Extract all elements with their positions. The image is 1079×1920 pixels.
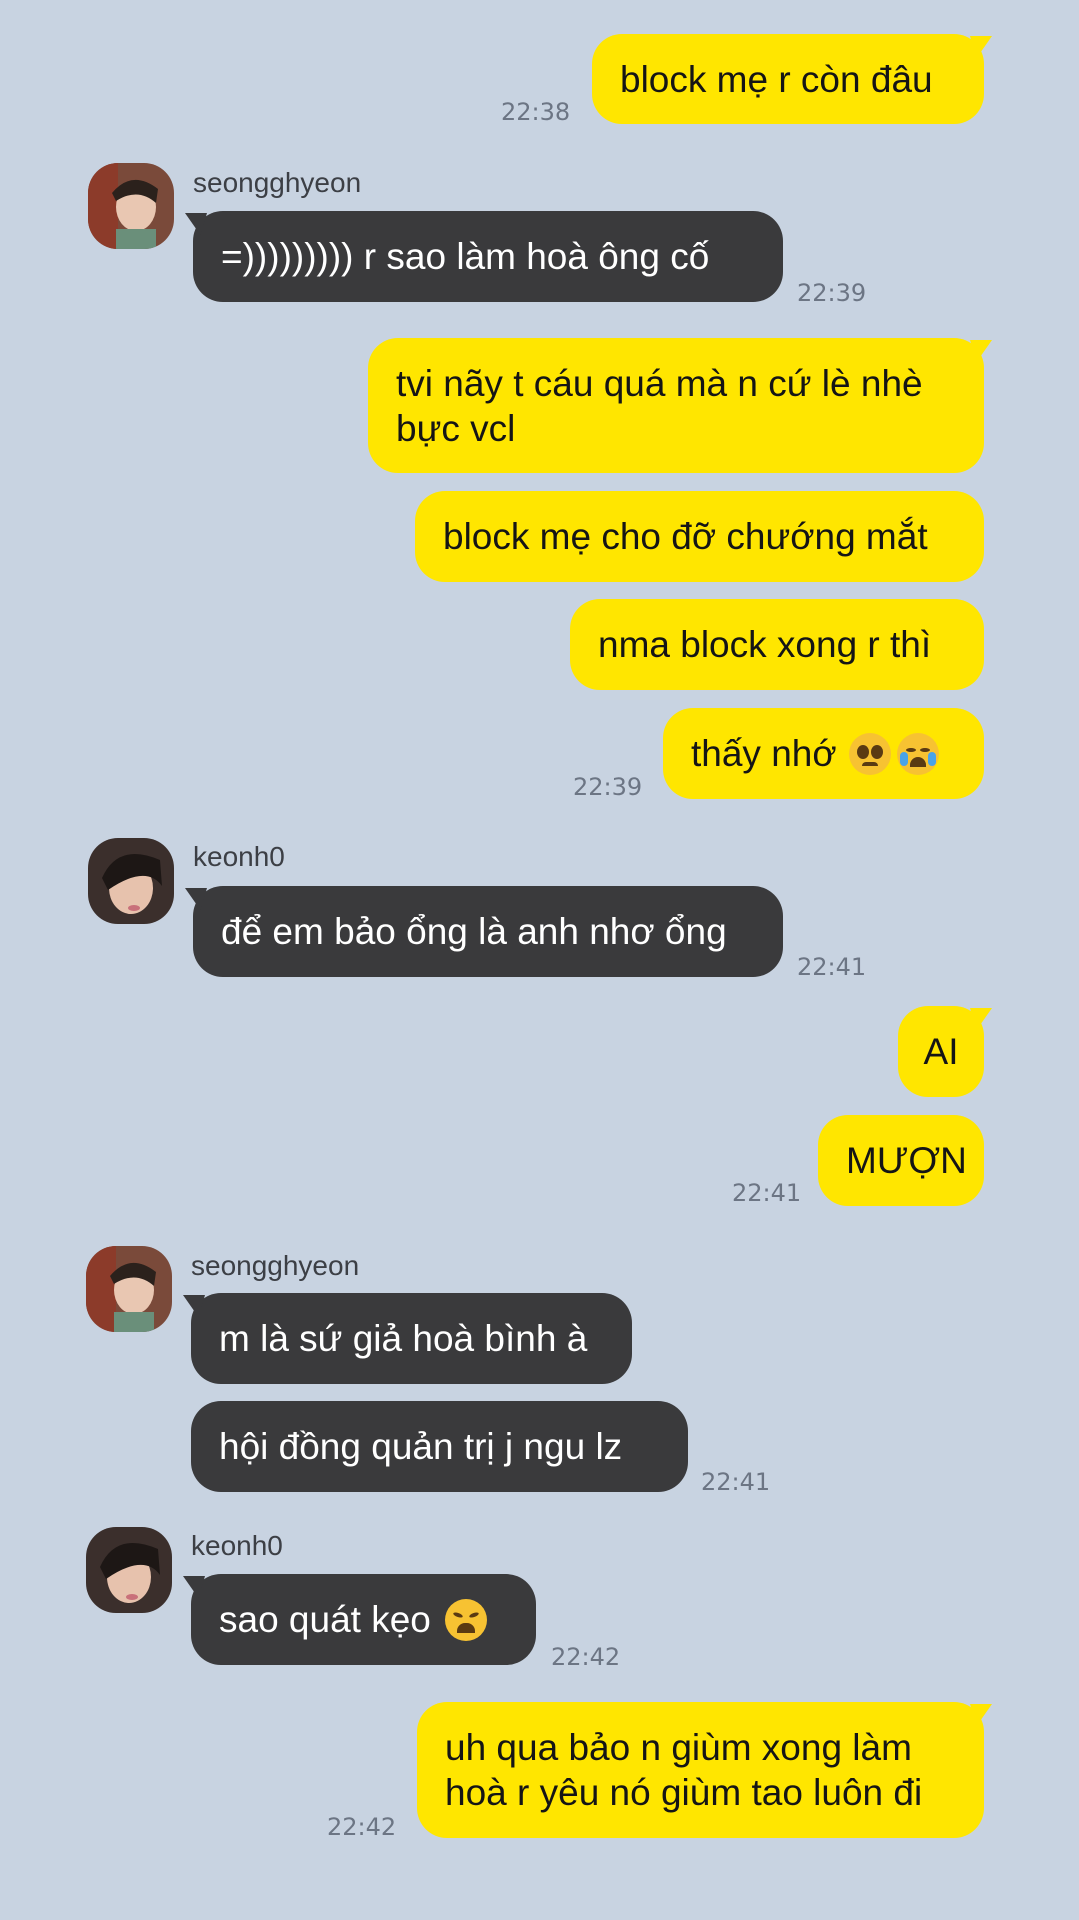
message-text: MƯỢN (846, 1140, 967, 1181)
message-text: AI (923, 1031, 959, 1072)
message-bubble-outgoing[interactable]: uh qua bảo n giùm xong làm hoà r yêu nó … (417, 1702, 984, 1838)
pleading-face-icon (848, 732, 891, 775)
message-timestamp: 22:41 (701, 1468, 771, 1496)
message-text: =))))))))) r sao làm hoà ông cố (221, 236, 710, 277)
message-timestamp: 22:41 (797, 953, 867, 981)
message-bubble-incoming[interactable]: m là sứ giả hoà bình à (191, 1293, 632, 1384)
message-bubble-outgoing[interactable]: nma block xong r thì (570, 599, 984, 690)
sender-name: keonh0 (191, 1530, 283, 1561)
avatar-keonh0[interactable] (88, 838, 174, 924)
message-timestamp: 22:38 (501, 98, 571, 126)
sender-name: keonh0 (193, 841, 285, 872)
message-bubble-outgoing[interactable]: tvi nãy t cáu quá mà n cứ lè nhè bực vcl (368, 338, 984, 473)
sender-name: seongghyeon (191, 1250, 360, 1281)
message-text: block mẹ r còn đâu (620, 58, 933, 100)
message-text: sao quát kẹo (219, 1599, 431, 1640)
message-text: m là sứ giả hoà bình à (219, 1318, 588, 1359)
message-text: thấy nhớ (691, 733, 837, 774)
message-bubble-incoming[interactable]: hội đồng quản trị j ngu lz (191, 1401, 688, 1492)
avatar-photo-icon (86, 1527, 172, 1613)
avatar-photo-icon (88, 838, 174, 924)
message-timestamp: 22:39 (573, 773, 643, 801)
message-text: hội đồng quản trị j ngu lz (219, 1426, 623, 1467)
message-timestamp: 22:41 (732, 1179, 802, 1207)
message-text: để em bảo ổng là anh nhơ ổng (221, 911, 727, 952)
message-bubble-outgoing[interactable]: block mẹ cho đỡ chướng mắt (415, 491, 984, 582)
message-text: block mẹ cho đỡ chướng mắt (443, 516, 928, 557)
message-bubble-incoming[interactable]: =))))))))) r sao làm hoà ông cố (193, 211, 783, 302)
message-timestamp: 22:39 (797, 279, 867, 307)
weary-face-icon (444, 1598, 487, 1641)
message-timestamp: 22:42 (327, 1813, 397, 1841)
sender-name: seongghyeon (193, 167, 362, 198)
chat-thread: block mẹ r còn đâu 22:38 seongghyeon =))… (0, 0, 1079, 1920)
avatar-seongghyeon[interactable] (86, 1246, 172, 1332)
message-bubble-outgoing[interactable]: MƯỢN (818, 1115, 984, 1206)
message-bubble-incoming[interactable]: để em bảo ổng là anh nhơ ổng (193, 886, 783, 977)
message-bubble-outgoing[interactable]: block mẹ r còn đâu (592, 34, 984, 124)
avatar-photo-icon (86, 1246, 172, 1332)
message-text: tvi nãy t cáu quá mà n cứ lè nhè bực vcl (396, 362, 923, 449)
message-timestamp: 22:42 (551, 1643, 621, 1671)
message-text: nma block xong r thì (598, 624, 932, 665)
avatar-seongghyeon[interactable] (88, 163, 174, 249)
message-text: uh qua bảo n giùm xong làm hoà r yêu nó … (445, 1727, 923, 1813)
loudly-crying-face-icon (896, 732, 939, 775)
message-bubble-outgoing[interactable]: AI (898, 1006, 984, 1097)
avatar-keonh0[interactable] (86, 1527, 172, 1613)
avatar-photo-icon (88, 163, 174, 249)
message-bubble-incoming[interactable]: sao quát kẹo (191, 1574, 536, 1665)
message-bubble-outgoing[interactable]: thấy nhớ (663, 708, 984, 799)
